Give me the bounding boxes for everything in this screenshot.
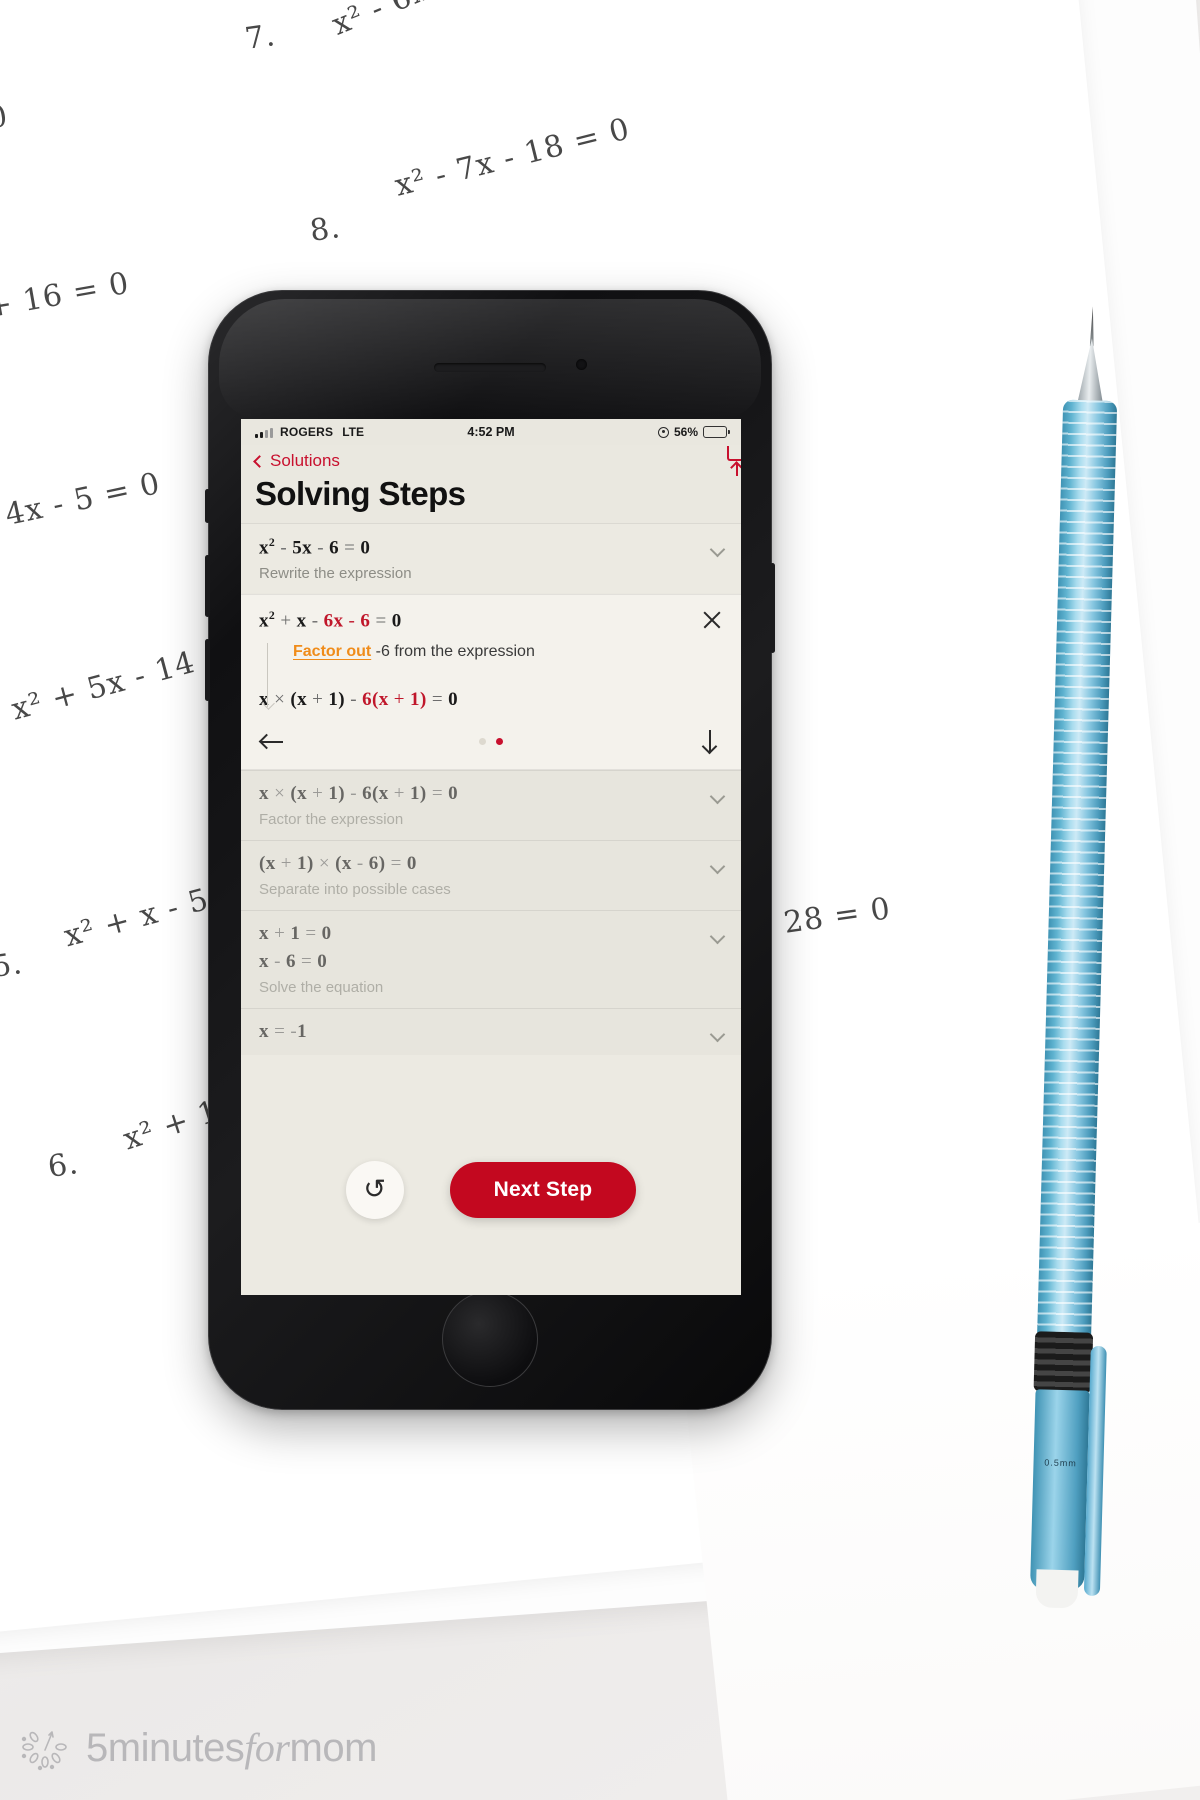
navigation-bar: Solutions [241, 445, 741, 476]
pencil-cone [1077, 338, 1105, 405]
home-button[interactable] [442, 1291, 538, 1387]
phone-glass-reflection [219, 299, 761, 419]
step-row-rewrite[interactable]: x2 - 5x - 6 = 0 Rewrite the expression [241, 523, 741, 594]
next-step-button[interactable]: Next Step [449, 1162, 637, 1218]
chevron-down-icon[interactable] [709, 928, 726, 944]
step-equation: x + 1 = 0 [259, 922, 332, 944]
page-dot-active[interactable] [496, 738, 503, 746]
handwritten-equation: 8. [307, 210, 343, 249]
previous-arrow-icon[interactable] [258, 729, 285, 755]
mute-switch[interactable] [205, 489, 210, 523]
chevron-down-icon[interactable] [709, 788, 726, 804]
pencil-end-cap [1035, 1569, 1079, 1609]
next-arrow-icon[interactable] [697, 729, 723, 755]
status-bar-right: 56% [657, 425, 730, 439]
step-row-result[interactable]: x = -1 [241, 1007, 741, 1055]
active-card-hint: Factor out -6 from the expression [287, 643, 723, 661]
watermark: 5minutesformom [18, 1720, 377, 1774]
front-camera-icon [576, 359, 587, 370]
step-row-factor[interactable]: x × (x + 1) - 6(x + 1) = 0 Factor the ex… [241, 769, 741, 840]
volume-down-button[interactable] [205, 639, 210, 701]
active-card-header: x2 + x - 6x - 6 = 0 [259, 609, 723, 632]
watermark-number: 5 [86, 1725, 108, 1770]
factor-out-link[interactable]: Factor out [293, 643, 371, 660]
battery-percentage: 56% [673, 425, 698, 439]
watermark-word-for: for [244, 1724, 290, 1770]
step-description: Separate into possible cases [259, 880, 451, 898]
flow-connector-arrow-icon [267, 642, 268, 707]
step-description: Rewrite the expression [259, 565, 412, 583]
chevron-down-icon[interactable] [709, 858, 726, 874]
active-card-body: Factor out -6 from the expression x × (x… [259, 642, 723, 711]
step-equation: x × (x + 1) - 6(x + 1) = 0 [259, 782, 458, 804]
signal-strength-icon [255, 427, 273, 438]
floating-controls: ↺ Next Step [241, 1161, 741, 1219]
earpiece-speaker [434, 363, 546, 372]
active-step-card: x2 + x - 6x - 6 = 0 Factor out -6 from t… [241, 594, 741, 770]
battery-icon [703, 426, 730, 438]
watermark-word-minutes: minutes [107, 1725, 245, 1770]
step-description: Solve the equation [259, 978, 384, 996]
undo-button[interactable]: ↺ [345, 1161, 404, 1219]
location-services-icon [657, 426, 669, 438]
step-description: Factor the expression [259, 810, 404, 828]
undo-icon: ↺ [363, 1173, 386, 1204]
page-dot[interactable] [479, 738, 486, 746]
chevron-down-icon[interactable] [709, 1026, 726, 1042]
power-button[interactable] [770, 563, 775, 653]
phone-screen: ROGERS LTE 4:52 PM 56% Solutions Solving… [241, 419, 741, 1295]
page-indicator-dots [479, 738, 503, 746]
burst-logo-icon [18, 1720, 72, 1774]
step-equation: x = -1 [259, 1020, 307, 1042]
step-row-solve[interactable]: x + 1 = 0 x - 6 = 0 Solve the equation [241, 909, 741, 1008]
pencil-grip-rings [1036, 399, 1118, 1351]
watermark-word-mom: mom [289, 1725, 378, 1770]
chevron-down-icon[interactable] [709, 541, 726, 558]
pencil-label: 0.5mm [1044, 1457, 1077, 1469]
page-title: Solving Steps [241, 471, 741, 523]
back-button[interactable]: Solutions [253, 451, 340, 471]
status-bar: ROGERS LTE 4:52 PM 56% [241, 419, 741, 445]
volume-up-button[interactable] [205, 555, 210, 617]
step-equation: (x + 1) × (x - 6) = 0 [259, 852, 417, 874]
step-equation: x2 - 5x - 6 = 0 [259, 536, 371, 559]
step-equation-second: x - 6 = 0 [259, 950, 328, 972]
active-card-equation: x2 + x - 6x - 6 = 0 [259, 609, 402, 632]
close-icon[interactable] [701, 609, 723, 631]
active-card-result: x × (x + 1) - 6(x + 1) = 0 [259, 688, 459, 710]
network-type: LTE [342, 425, 364, 439]
handwritten-equation: 6. [45, 1146, 81, 1185]
pencil-lower-body [1029, 1389, 1090, 1591]
pencil-rubber-grip [1033, 1331, 1094, 1393]
step-row-separate[interactable]: (x + 1) × (x - 6) = 0 Separate into poss… [241, 839, 741, 910]
handwritten-equation: 7. [242, 18, 278, 57]
back-button-label: Solutions [270, 451, 340, 470]
active-card-hint-rest: -6 from the expression [371, 642, 535, 660]
carrier-name: ROGERS [280, 425, 334, 439]
status-bar-left: ROGERS LTE [255, 425, 364, 439]
active-card-nav [258, 725, 723, 761]
chevron-left-icon [253, 455, 266, 468]
watermark-text: 5minutesformom [86, 1724, 377, 1771]
smartphone: ROGERS LTE 4:52 PM 56% Solutions Solving… [205, 290, 775, 1410]
photo-scene: 7. x² - 6x 8. x² - 7x - 18 = 0 0 + 16 = 0 4x -… [0, 0, 1200, 1800]
